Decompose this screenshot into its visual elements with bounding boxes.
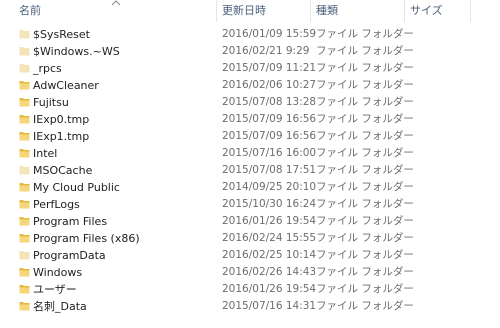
file-type: ファイル フォルダー [316, 300, 414, 312]
folder-icon [19, 302, 30, 311]
file-modified-date: 2015/07/09 16:56 [222, 130, 317, 142]
file-type: ファイル フォルダー [316, 79, 414, 91]
file-name: MSOCache [33, 164, 93, 177]
column-header-date-label: 更新日時 [222, 4, 266, 17]
column-header-date[interactable]: 更新日時 [217, 0, 310, 22]
file-name: 名刺_Data [33, 300, 87, 313]
file-row[interactable]: AdwCleaner 2016/02/06 10:27 ファイル フォルダー [0, 77, 500, 94]
file-modified-date: 2015/10/30 16:24 [222, 198, 317, 210]
file-modified-date: 2016/01/09 15:59 [222, 28, 317, 40]
folder-icon [19, 149, 30, 158]
file-modified-date: 2015/07/08 17:51 [222, 164, 317, 176]
file-name: $SysReset [33, 28, 90, 41]
file-row[interactable]: IExp1.tmp 2015/07/09 16:56 ファイル フォルダー [0, 128, 500, 145]
file-type: ファイル フォルダー [316, 249, 414, 261]
file-type: ファイル フォルダー [316, 266, 414, 278]
folder-icon [19, 183, 30, 192]
folder-icon [19, 81, 30, 90]
column-divider[interactable] [470, 0, 471, 22]
file-modified-date: 2015/07/09 16:56 [222, 113, 317, 125]
file-name: Intel [33, 147, 58, 160]
file-modified-date: 2016/01/26 19:54 [222, 215, 317, 227]
file-type: ファイル フォルダー [316, 62, 414, 74]
file-row[interactable]: $Windows.~WS 2016/02/21 9:29 ファイル フォルダー [0, 43, 500, 60]
file-modified-date: 2015/07/08 13:28 [222, 96, 317, 108]
file-row[interactable]: $SysReset 2016/01/09 15:59 ファイル フォルダー [0, 26, 500, 43]
folder-icon [19, 166, 30, 175]
file-modified-date: 2016/02/06 10:27 [222, 79, 317, 91]
folder-icon [19, 217, 30, 226]
folder-icon [19, 115, 30, 124]
file-row[interactable]: Fujitsu 2015/07/08 13:28 ファイル フォルダー [0, 94, 500, 111]
file-type: ファイル フォルダー [316, 198, 414, 210]
file-name: Program Files (x86) [33, 232, 140, 245]
file-name: ユーザー [33, 283, 77, 296]
file-modified-date: 2015/07/09 11:21 [222, 62, 317, 74]
file-type: ファイル フォルダー [316, 181, 414, 193]
file-row[interactable]: _rpcs 2015/07/09 11:21 ファイル フォルダー [0, 60, 500, 77]
file-row[interactable]: Windows 2016/02/26 14:43 ファイル フォルダー [0, 264, 500, 281]
folder-icon [19, 234, 30, 243]
file-row[interactable]: PerfLogs 2015/10/30 16:24 ファイル フォルダー [0, 196, 500, 213]
file-type: ファイル フォルダー [316, 45, 414, 57]
file-modified-date: 2015/07/16 16:00 [222, 147, 317, 159]
file-modified-date: 2016/02/24 15:55 [222, 232, 317, 244]
file-row[interactable]: MSOCache 2015/07/08 17:51 ファイル フォルダー [0, 162, 500, 179]
folder-icon [19, 47, 30, 56]
file-type: ファイル フォルダー [316, 215, 414, 227]
file-modified-date: 2015/07/16 14:31 [222, 300, 317, 312]
file-type: ファイル フォルダー [316, 113, 414, 125]
column-header-bar: 名前 更新日時 種類 サイズ [0, 0, 500, 22]
file-name: $Windows.~WS [33, 45, 120, 58]
file-type: ファイル フォルダー [316, 96, 414, 108]
column-header-type[interactable]: 種類 [311, 0, 404, 22]
folder-icon [19, 98, 30, 107]
file-name: Program Files [33, 215, 108, 228]
folder-icon [19, 64, 30, 73]
file-name: AdwCleaner [33, 79, 99, 92]
file-list: $SysReset 2016/01/09 15:59 ファイル フォルダー $Wind… [0, 26, 500, 315]
column-header-name-label: 名前 [19, 4, 41, 17]
file-row[interactable]: Program Files 2016/01/26 19:54 ファイル フォルダー [0, 213, 500, 230]
file-modified-date: 2014/09/25 20:10 [222, 181, 317, 193]
file-type: ファイル フォルダー [316, 147, 414, 159]
folder-icon [19, 30, 30, 39]
column-header-size-label: サイズ [410, 4, 443, 17]
file-modified-date: 2016/02/26 14:43 [222, 266, 317, 278]
folder-icon [19, 268, 30, 277]
file-type: ファイル フォルダー [316, 232, 414, 244]
file-row[interactable]: IExp0.tmp 2015/07/09 16:56 ファイル フォルダー [0, 111, 500, 128]
folder-icon [19, 251, 30, 260]
file-modified-date: 2016/02/25 10:14 [222, 249, 317, 261]
column-header-size[interactable]: サイズ [405, 0, 470, 22]
file-name: Windows [33, 266, 83, 279]
folder-icon [19, 285, 30, 294]
file-row[interactable]: My Cloud Public 2014/09/25 20:10 ファイル フォルダ… [0, 179, 500, 196]
file-name: My Cloud Public [33, 181, 120, 194]
file-name: _rpcs [33, 62, 62, 75]
file-name: Fujitsu [33, 96, 69, 109]
file-name: ProgramData [33, 249, 106, 262]
file-type: ファイル フォルダー [316, 164, 414, 176]
file-type: ファイル フォルダー [316, 283, 414, 295]
file-name: PerfLogs [33, 198, 80, 211]
file-modified-date: 2016/02/21 9:29 [222, 45, 310, 57]
sort-up-icon [111, 0, 121, 6]
file-name: IExp1.tmp [33, 130, 90, 143]
file-row[interactable]: ユーザー 2016/01/26 19:54 ファイル フォルダー [0, 281, 500, 298]
file-modified-date: 2016/01/26 19:54 [222, 283, 317, 295]
folder-icon [19, 132, 30, 141]
file-name: IExp0.tmp [33, 113, 90, 126]
file-row[interactable]: Intel 2015/07/16 16:00 ファイル フォルダー [0, 145, 500, 162]
file-row[interactable]: 名刺_Data 2015/07/16 14:31 ファイル フォルダー [0, 298, 500, 315]
column-header-type-label: 種類 [316, 4, 338, 17]
file-type: ファイル フォルダー [316, 28, 414, 40]
file-row[interactable]: ProgramData 2016/02/25 10:14 ファイル フォルダー [0, 247, 500, 264]
file-type: ファイル フォルダー [316, 130, 414, 142]
file-row[interactable]: Program Files (x86) 2016/02/24 15:55 ファイル … [0, 230, 500, 247]
folder-icon [19, 200, 30, 209]
